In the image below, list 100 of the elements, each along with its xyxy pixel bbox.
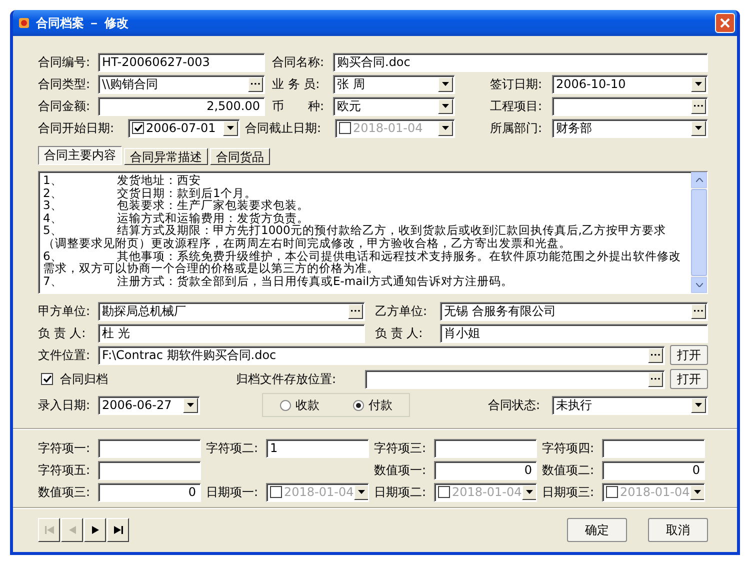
field-label: 合同编号:: [38, 54, 92, 70]
browse-button[interactable]: [691, 98, 706, 114]
field-label: 业 务 员:: [272, 76, 321, 92]
skip-first-icon: [44, 526, 54, 534]
scroll-up-icon[interactable]: [696, 178, 702, 182]
browse-button[interactable]: [691, 304, 706, 318]
text-field[interactable]: 肖小姐: [440, 324, 708, 342]
browse-field[interactable]: F:\Contrac 期软件购买合同.doc: [98, 346, 665, 364]
next-icon: [92, 526, 98, 534]
field-label: 字符项五:: [38, 462, 92, 478]
field-label: 合同名称:: [272, 54, 326, 70]
browse-button[interactable]: [648, 348, 663, 362]
scroll-down-icon[interactable]: [696, 283, 702, 287]
radio-option[interactable]: 付款: [352, 396, 392, 414]
field-label: 日期项三:: [542, 484, 596, 500]
caret-down-icon: [442, 126, 449, 130]
radio-option[interactable]: 收款: [280, 396, 320, 414]
browse-button[interactable]: [648, 372, 663, 386]
radio-circle[interactable]: [352, 400, 364, 410]
dropdown-button[interactable]: [691, 120, 706, 136]
browse-field[interactable]: \\购销合同: [98, 74, 265, 94]
browse-button[interactable]: [348, 304, 363, 318]
tab[interactable]: 合同异常描述: [124, 148, 208, 165]
dropdown-button[interactable]: [438, 98, 453, 114]
field-label: 负 责 人:: [38, 324, 87, 342]
checkbox[interactable]: [270, 486, 282, 498]
text-field[interactable]: [98, 460, 201, 480]
field-label: 合同截止日期:: [245, 120, 322, 136]
field-label: 归档文件存放位置:: [236, 370, 338, 388]
field-label: 字符项三:: [374, 440, 428, 456]
archive-checkbox[interactable]: 合同归档: [38, 370, 236, 388]
field-label: 所属部门:: [490, 120, 544, 136]
checkbox[interactable]: [132, 122, 144, 134]
dropdown-button[interactable]: [354, 484, 368, 500]
field-label: 字符项四:: [542, 440, 596, 456]
browse-button[interactable]: [248, 76, 263, 92]
dropdown-button[interactable]: [183, 398, 198, 412]
field-label: 合同开始日期:: [38, 120, 116, 136]
dialog-button[interactable]: 确定: [567, 518, 627, 542]
text-field[interactable]: 0: [98, 482, 201, 502]
field-label: 字符项一:: [38, 440, 92, 456]
field-label: 合同类型:: [38, 76, 92, 92]
text-field[interactable]: 2,500.00: [98, 96, 265, 116]
browse-field[interactable]: [552, 96, 708, 116]
dropdown-field[interactable]: 财务部: [552, 118, 708, 138]
dropdown-field[interactable]: 未执行: [552, 396, 708, 414]
text-field[interactable]: 购买合同.doc: [333, 52, 708, 72]
dropdown-field[interactable]: 张 周: [333, 74, 455, 94]
dropdown-button[interactable]: [522, 484, 536, 500]
checkmark-icon: [134, 124, 142, 132]
open-button[interactable]: 打开: [670, 369, 708, 389]
field-label: 字符项二:: [206, 440, 260, 456]
skip-last-icon: [114, 526, 122, 534]
browse-field[interactable]: 无锡 合服务有限公司: [440, 302, 708, 320]
caret-down-icon: [442, 104, 449, 108]
tab[interactable]: 合同货品: [210, 148, 270, 165]
caret-down-icon: [187, 403, 194, 407]
dropdown-button[interactable]: [223, 120, 238, 136]
radio-circle[interactable]: [280, 400, 290, 410]
checkbox[interactable]: [606, 486, 618, 498]
text-field[interactable]: 杜 光: [98, 324, 365, 342]
tab[interactable]: 合同主要内容: [38, 146, 122, 165]
text-field[interactable]: HT-20060627-003: [98, 52, 265, 72]
browse-field[interactable]: [365, 370, 665, 388]
dropdown-button[interactable]: [690, 484, 704, 500]
caret-down-icon: [358, 490, 365, 494]
field-label: 数值项二:: [542, 462, 596, 478]
text-field[interactable]: 0: [434, 460, 537, 480]
field-label: 录入日期:: [38, 396, 92, 414]
caret-down-icon: [695, 403, 702, 407]
caret-down-icon: [227, 126, 234, 130]
text-field[interactable]: 0: [602, 460, 705, 480]
dropdown-field[interactable]: 2006-10-10: [552, 74, 708, 94]
nav-button[interactable]: [84, 518, 106, 542]
checkbox[interactable]: [339, 122, 351, 134]
browse-field[interactable]: 勘探局总机械厂: [98, 302, 365, 320]
dropdown-button[interactable]: [438, 120, 453, 136]
caret-down-icon: [442, 82, 449, 86]
text-field[interactable]: [434, 438, 537, 458]
contract-content-textarea[interactable]: 1、 发货地址：西安 2、 交货日期：款到后1个月。 3、 包装要求：生产厂家包装要求包装。 4、 运输方式和运输费用：发货方负责。 5、 结算方式及期限：甲方先打1000元的预付款给乙方，收到货款后或收到汇款回执传真后,乙方按甲方要求（调整要求见附页）更改源程序，在两周左右时间完成修改，甲方验收合格，乙方寄出发票和光盘。 6、 其他事项：系统免费升级维护，本公司提供电话和远程技术支持服务。在软件原功能范围之外提出软件修改需求，双方可以协商一个合理的价格或是以第三方的价格为准。 7、 注册方式：货款全部到后，当日用传真或E-mail方式通知告诉对方注册码。: [38, 171, 708, 294]
text-field[interactable]: [98, 438, 201, 458]
dropdown-field[interactable]: 2006-06-27: [98, 396, 200, 414]
scrollbar[interactable]: [691, 172, 707, 293]
text-field[interactable]: [602, 438, 705, 458]
text-field[interactable]: 1: [266, 438, 369, 458]
field-label: 数值项三:: [38, 484, 92, 500]
dialog-button[interactable]: 取消: [648, 518, 708, 542]
field-label: 日期项一:: [206, 484, 260, 500]
dropdown-button[interactable]: [438, 76, 453, 92]
dropdown-button[interactable]: [691, 76, 706, 92]
previous-icon: [68, 526, 76, 534]
checkbox[interactable]: [438, 486, 450, 498]
open-button[interactable]: 打开: [670, 345, 708, 365]
nav-button[interactable]: [107, 518, 129, 542]
date-field[interactable]: 2006-07-01: [128, 118, 240, 138]
field-label: 合同状态:: [488, 396, 542, 414]
dropdown-button[interactable]: [691, 398, 706, 412]
checkbox[interactable]: [41, 373, 53, 385]
dropdown-field[interactable]: 欧元: [333, 96, 455, 116]
close-button[interactable]: [715, 13, 735, 33]
